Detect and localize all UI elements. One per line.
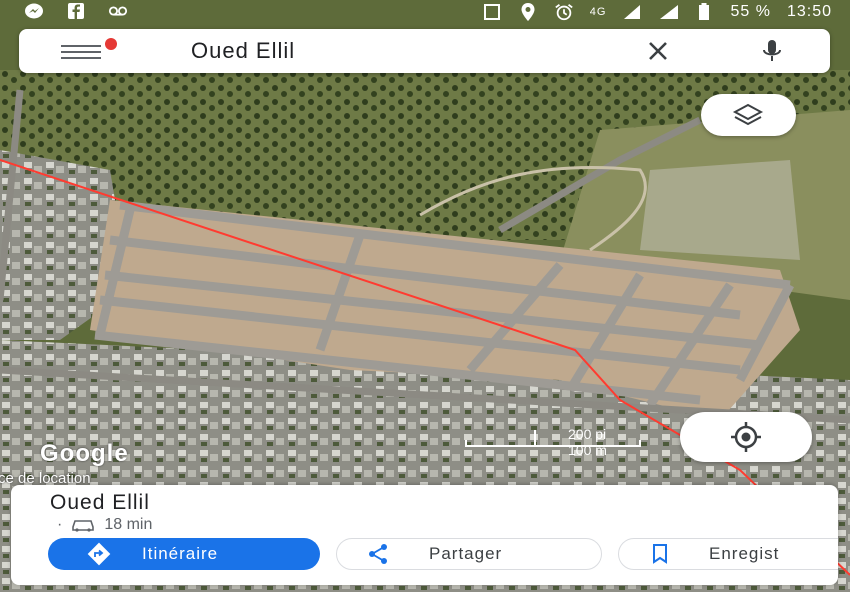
save-button[interactable]: Enregist <box>618 538 838 570</box>
search-input[interactable]: Oued Ellil <box>191 38 295 64</box>
voice-search-button[interactable] <box>757 37 787 65</box>
messenger-icon <box>24 2 44 20</box>
signal-icon <box>658 3 679 21</box>
share-label: Partager <box>429 544 503 563</box>
scale-metric: 100 m <box>568 442 607 458</box>
search-bar[interactable]: Oued Ellil <box>19 29 830 73</box>
status-bar: 4G 55 % 13:50 <box>0 0 850 24</box>
share-icon <box>367 543 389 565</box>
car-icon <box>72 520 95 532</box>
map-scale: 200 pi 100 m <box>462 426 652 458</box>
directions-button[interactable]: Itinéraire <box>48 538 320 570</box>
directions-icon <box>86 541 112 567</box>
clear-search-button[interactable] <box>643 37 673 65</box>
scale-imperial: 200 pi <box>568 426 607 442</box>
square-icon <box>482 3 502 21</box>
network-type: 4G <box>589 6 607 18</box>
signal-icon <box>622 3 642 21</box>
voicemail-icon <box>108 2 128 20</box>
place-card[interactable]: Oued Ellil · 18 min Itinéraire Partager … <box>11 485 838 585</box>
share-button[interactable]: Partager <box>336 538 602 570</box>
battery-level: 55 % <box>730 3 771 20</box>
battery-icon <box>694 3 714 21</box>
close-icon <box>649 42 667 60</box>
clock: 13:50 <box>786 3 832 20</box>
facebook-icon <box>66 2 86 20</box>
save-label: Enregist <box>709 544 780 563</box>
place-title: Oued Ellil <box>50 491 150 514</box>
microphone-icon <box>763 40 781 61</box>
layers-icon <box>732 103 764 126</box>
notification-dot <box>105 38 117 50</box>
location-pin-icon <box>518 3 538 21</box>
travel-time: · 18 min <box>57 516 152 534</box>
crosshair-icon <box>731 422 761 452</box>
alarm-icon <box>554 3 574 21</box>
my-location-button[interactable] <box>680 412 812 462</box>
menu-button[interactable] <box>61 42 105 62</box>
action-buttons: Itinéraire Partager Enregist <box>48 538 838 570</box>
bookmark-icon <box>651 543 669 565</box>
bullet: · <box>57 516 63 533</box>
google-logo: Google <box>40 440 129 467</box>
eta-text: 18 min <box>104 516 153 533</box>
layers-button[interactable] <box>701 94 796 136</box>
directions-label: Itinéraire <box>142 544 219 563</box>
